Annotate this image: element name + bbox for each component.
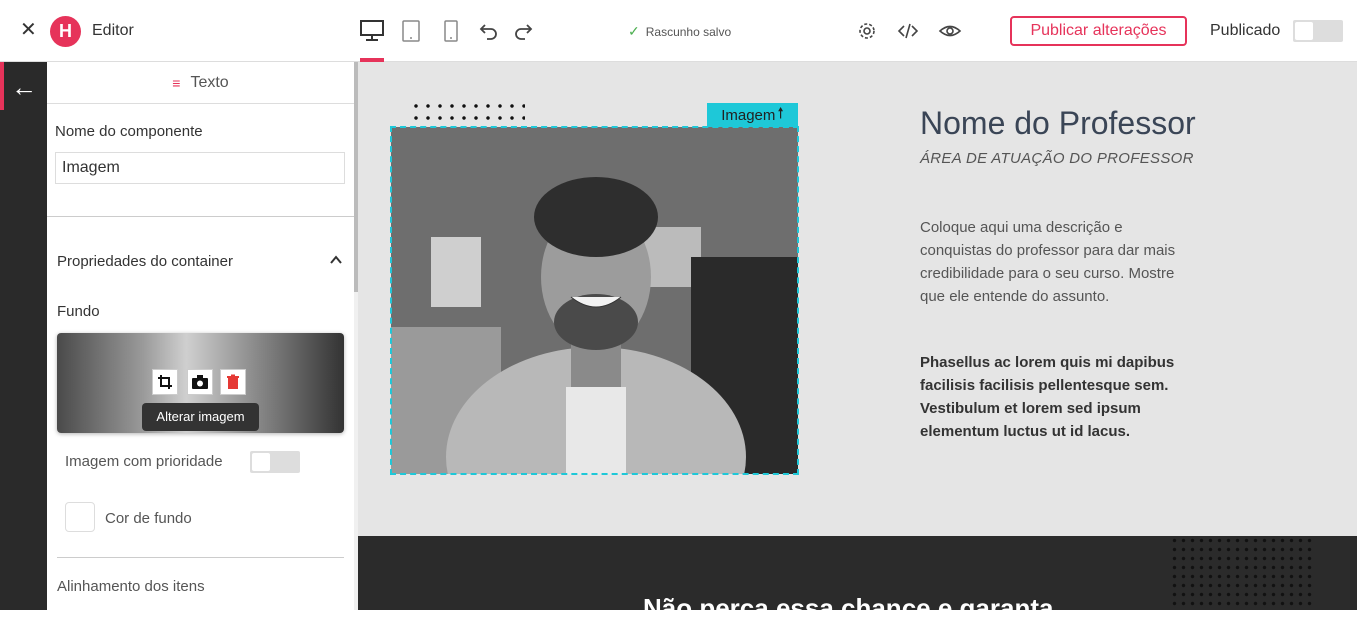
background-color-label: Cor de fundo (105, 510, 192, 527)
desktop-icon (360, 20, 384, 41)
desktop-view-button[interactable] (358, 16, 386, 46)
mobile-icon (444, 20, 458, 42)
rail-active-indicator (0, 62, 4, 110)
preview-button[interactable] (938, 20, 962, 42)
code-button[interactable] (897, 20, 919, 42)
tab-text[interactable]: ≡ Texto (47, 62, 354, 104)
professor-name-heading[interactable]: Nome do Professor (920, 105, 1196, 142)
tablet-view-button[interactable] (400, 16, 422, 46)
publish-changes-button[interactable]: Publicar alterações (1010, 16, 1187, 46)
chevron-up-icon[interactable] (329, 253, 343, 267)
trash-icon (227, 374, 239, 389)
decorative-dots (410, 100, 525, 128)
tablet-icon (402, 20, 420, 42)
camera-icon (192, 375, 208, 389)
crop-button[interactable] (152, 369, 178, 395)
cta-heading[interactable]: Não perca essa chance e garanta (643, 593, 1053, 624)
redo-button[interactable] (512, 16, 534, 46)
background-label: Fundo (57, 303, 100, 320)
back-arrow-icon[interactable]: ← (11, 74, 37, 100)
redo-icon (515, 24, 533, 40)
code-icon (897, 23, 919, 39)
top-bar: ✕ H Editor ✓ Rascunho salvo Publicar alt… (0, 0, 1357, 62)
toggle-knob (1295, 22, 1313, 40)
professor-bold-text[interactable]: Phasellus ac lorem quis mi dapibus facil… (920, 351, 1190, 443)
arrow-up-icon[interactable]: 🠕 (777, 103, 783, 128)
divider (47, 216, 354, 217)
check-icon: ✓ (628, 23, 640, 39)
published-label: Publicado (1210, 22, 1281, 39)
component-name-input[interactable] (55, 152, 345, 184)
undo-icon (479, 24, 497, 40)
image-selection-frame (390, 126, 799, 475)
text-icon: ≡ (172, 74, 181, 91)
settings-button[interactable] (856, 20, 878, 42)
save-status: ✓ Rascunho salvo (628, 23, 731, 40)
close-icon[interactable]: ✕ (20, 20, 37, 40)
image-component-tag[interactable]: Imagem 🠕 (707, 103, 798, 127)
properties-panel: ≡ Texto Nome do componente Propriedades … (47, 62, 354, 610)
undo-button[interactable] (478, 16, 500, 46)
professor-description[interactable]: Coloque aqui uma descrição e conquistas … (920, 216, 1180, 308)
toggle-knob (252, 453, 270, 471)
delete-image-button[interactable] (220, 369, 246, 395)
image-tag-label: Imagem (721, 106, 776, 124)
editor-title: Editor (92, 22, 134, 39)
left-rail (0, 62, 47, 610)
decorative-dots (1170, 536, 1315, 610)
crop-icon (158, 375, 172, 389)
save-status-text: Rascunho salvo (645, 24, 732, 39)
divider (57, 557, 344, 558)
eye-icon (938, 25, 962, 37)
mobile-view-button[interactable] (440, 16, 462, 46)
priority-image-toggle[interactable] (250, 451, 300, 473)
alignment-label: Alinhamento dos itens (57, 578, 205, 595)
background-color-swatch[interactable] (65, 502, 95, 532)
logo-icon: H (50, 16, 81, 47)
published-toggle[interactable] (1293, 20, 1343, 42)
tab-text-label: Texto (190, 73, 229, 91)
container-properties-heading[interactable]: Propriedades do container (57, 253, 233, 270)
change-image-button[interactable] (187, 369, 213, 395)
professor-area-subtitle[interactable]: ÁREA DE ATUAÇÃO DO PROFESSOR (920, 150, 1194, 167)
component-name-label: Nome do componente (55, 123, 203, 140)
change-image-tooltip: Alterar imagem (142, 403, 259, 431)
gear-icon (859, 23, 875, 39)
priority-image-label: Imagem com prioridade (65, 453, 223, 470)
